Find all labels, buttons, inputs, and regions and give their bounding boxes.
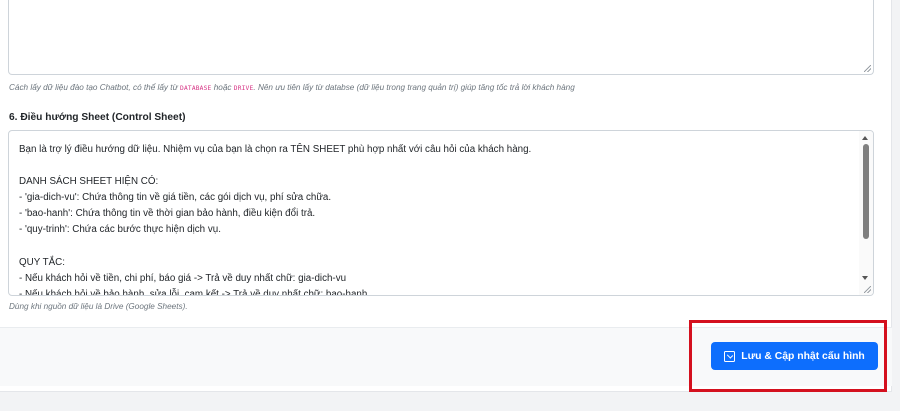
control-sheet-label: 6. Điều hướng Sheet (Control Sheet) xyxy=(9,112,186,123)
highlight-annotation xyxy=(689,320,887,392)
control-sheet-help: Dùng khi nguồn dữ liệu là Drive (Google … xyxy=(9,302,188,311)
control-sheet-prompt-text[interactable]: Bạn là trợ lý điều hướng dữ liệu. Nhiệm … xyxy=(19,142,859,295)
control-sheet-textarea[interactable]: Bạn là trợ lý điều hướng dữ liệu. Nhiệm … xyxy=(8,130,874,296)
resize-handle[interactable] xyxy=(864,286,871,293)
help-text-part: Cách lấy dữ liệu đào tạo Chatbot, có thể… xyxy=(9,83,181,92)
training-source-textarea[interactable] xyxy=(8,0,874,75)
textarea-scrollbar[interactable] xyxy=(859,131,873,295)
scroll-up-icon[interactable] xyxy=(862,136,868,140)
scroll-thumb[interactable] xyxy=(863,144,869,239)
resize-handle[interactable] xyxy=(864,65,871,72)
help-text-part: hoặc xyxy=(211,83,234,92)
code-drive: DRIVE xyxy=(233,85,254,92)
code-database: DATABASE xyxy=(180,85,212,92)
scroll-down-icon[interactable] xyxy=(862,276,868,280)
help-text-part: . Nên ưu tiên lấy từ databse (dữ liệu tr… xyxy=(253,83,575,92)
training-source-help: Cách lấy dữ liệu đào tạo Chatbot, có thể… xyxy=(9,83,575,92)
